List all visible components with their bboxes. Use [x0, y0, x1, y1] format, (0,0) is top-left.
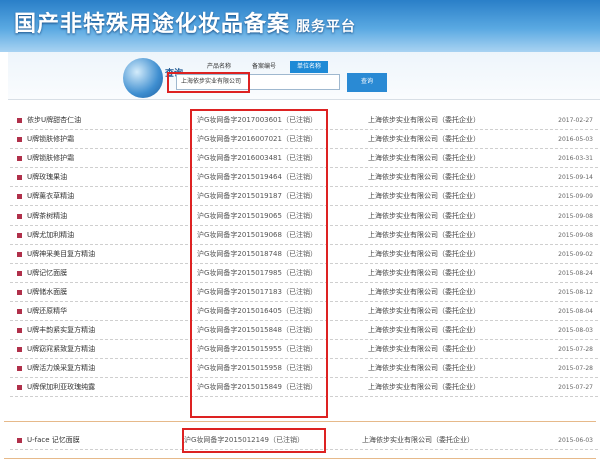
company-name[interactable]: 上海依步实业有限公司（委托企业） [368, 264, 480, 283]
bullet-icon [17, 289, 22, 295]
date: 2015-09-08 [558, 212, 593, 220]
date: 2015-07-28 [558, 365, 593, 373]
date: 2015-07-27 [558, 384, 593, 392]
bullet-icon [17, 385, 22, 391]
bullet-icon [17, 175, 22, 181]
company-name[interactable]: 上海依步实业有限公司（委托企业） [368, 187, 480, 206]
company-name[interactable]: 上海依步实业有限公司（委托企业） [368, 302, 480, 321]
registration-highlight-box [190, 109, 328, 418]
company-name[interactable]: 上海依步实业有限公司（委托企业） [368, 359, 480, 378]
bullet-icon [17, 194, 22, 200]
site-title: 国产非特殊用途化妆品备案 服务平台 [14, 6, 356, 38]
tab-company-name[interactable]: 单位名称 [290, 61, 328, 73]
company-name[interactable]: 上海依步实业有限公司（委托企业） [368, 130, 480, 149]
company-name[interactable]: 上海依步实业有限公司（委托企业） [368, 283, 480, 302]
date: 2015-09-09 [558, 193, 593, 201]
product-name[interactable]: U牌活力焕采复方精油 [27, 359, 95, 378]
product-name[interactable]: U牌薰衣草精油 [27, 187, 74, 206]
bullet-icon [17, 347, 22, 353]
query-highlight-box [167, 72, 250, 93]
product-name[interactable]: U牌神采美目复方精油 [27, 245, 95, 264]
company-name[interactable]: 上海依步实业有限公司（委托企业） [368, 340, 480, 359]
product-name[interactable]: U牌锁肤修护霜 [27, 130, 74, 149]
search-button[interactable]: 查询 [347, 73, 387, 92]
company-name[interactable]: 上海依步实业有限公司（委托企业） [368, 111, 480, 130]
product-name[interactable]: 依步U牌甜杏仁油 [27, 111, 81, 130]
product-name[interactable]: U牌保加利亚玫瑰纯露 [27, 378, 95, 397]
date: 2017-02-27 [558, 117, 593, 124]
product-name[interactable]: U牌玫瑰果油 [27, 168, 67, 187]
date: 2015-08-03 [558, 327, 593, 335]
globe-search-icon [123, 58, 163, 98]
header-banner: 国产非特殊用途化妆品备案 服务平台 [0, 0, 600, 52]
date: 2015-09-14 [558, 174, 593, 182]
date: 2015-09-08 [558, 231, 593, 239]
date: 2015-07-28 [558, 346, 593, 354]
date: 2016-05-03 [558, 136, 593, 144]
bullet-icon [17, 232, 22, 238]
date: 2015-08-12 [558, 288, 593, 296]
product-name[interactable]: U牌丰韵紧实复方精油 [27, 321, 95, 340]
date: 2015-06-03 [558, 437, 593, 444]
bullet-icon [17, 251, 22, 257]
product-name[interactable]: U牌茶树精油 [27, 207, 67, 226]
company-name[interactable]: 上海依步实业有限公司（委托企业） [368, 207, 480, 226]
product-name[interactable]: U牌还原精华 [27, 302, 67, 321]
date: 2015-09-02 [558, 250, 593, 258]
bullet-icon [17, 118, 22, 123]
company-name[interactable]: 上海依步实业有限公司（委托企业） [368, 245, 480, 264]
extra-highlight-box [182, 428, 326, 453]
date: 2015-08-04 [558, 308, 593, 315]
company-name[interactable]: 上海依步实业有限公司（委托企业） [368, 321, 480, 340]
company-name[interactable]: 上海依步实业有限公司（委托企业） [368, 149, 480, 168]
company-name[interactable]: 上海依步实业有限公司（委托企业） [368, 168, 480, 187]
company-name[interactable]: 上海依步实业有限公司（委托企业） [368, 226, 480, 245]
product-name[interactable]: U牌储水面膜 [27, 283, 67, 302]
bullet-icon [17, 156, 22, 162]
bullet-icon [17, 270, 22, 276]
divider [4, 458, 596, 459]
divider [4, 421, 596, 422]
bullet-icon [17, 328, 22, 334]
tab-registration-number[interactable]: 备案编号 [248, 61, 280, 73]
company-name[interactable]: 上海依步实业有限公司（委托企业） [362, 431, 474, 450]
product-name[interactable]: U牌尤加利精油 [27, 226, 74, 245]
bullet-icon [17, 213, 22, 219]
product-name[interactable]: U牌记忆面膜 [27, 264, 67, 283]
bullet-icon [17, 366, 22, 372]
company-name[interactable]: 上海依步实业有限公司（委托企业） [368, 378, 480, 397]
bullet-icon [17, 309, 22, 314]
site-title-main: 国产非特殊用途化妆品备案 [14, 11, 291, 37]
product-name[interactable]: U牌锁肤修护霜 [27, 149, 74, 168]
date: 2016-03-31 [558, 155, 593, 163]
bullet-icon [17, 137, 22, 143]
site-subtitle: 服务平台 [296, 19, 357, 35]
date: 2015-08-24 [558, 269, 593, 277]
bullet-icon [17, 438, 22, 443]
product-name[interactable]: U牌窈窕紧致复方精油 [27, 340, 95, 359]
product-name[interactable]: U-face 记忆面膜 [27, 431, 80, 450]
